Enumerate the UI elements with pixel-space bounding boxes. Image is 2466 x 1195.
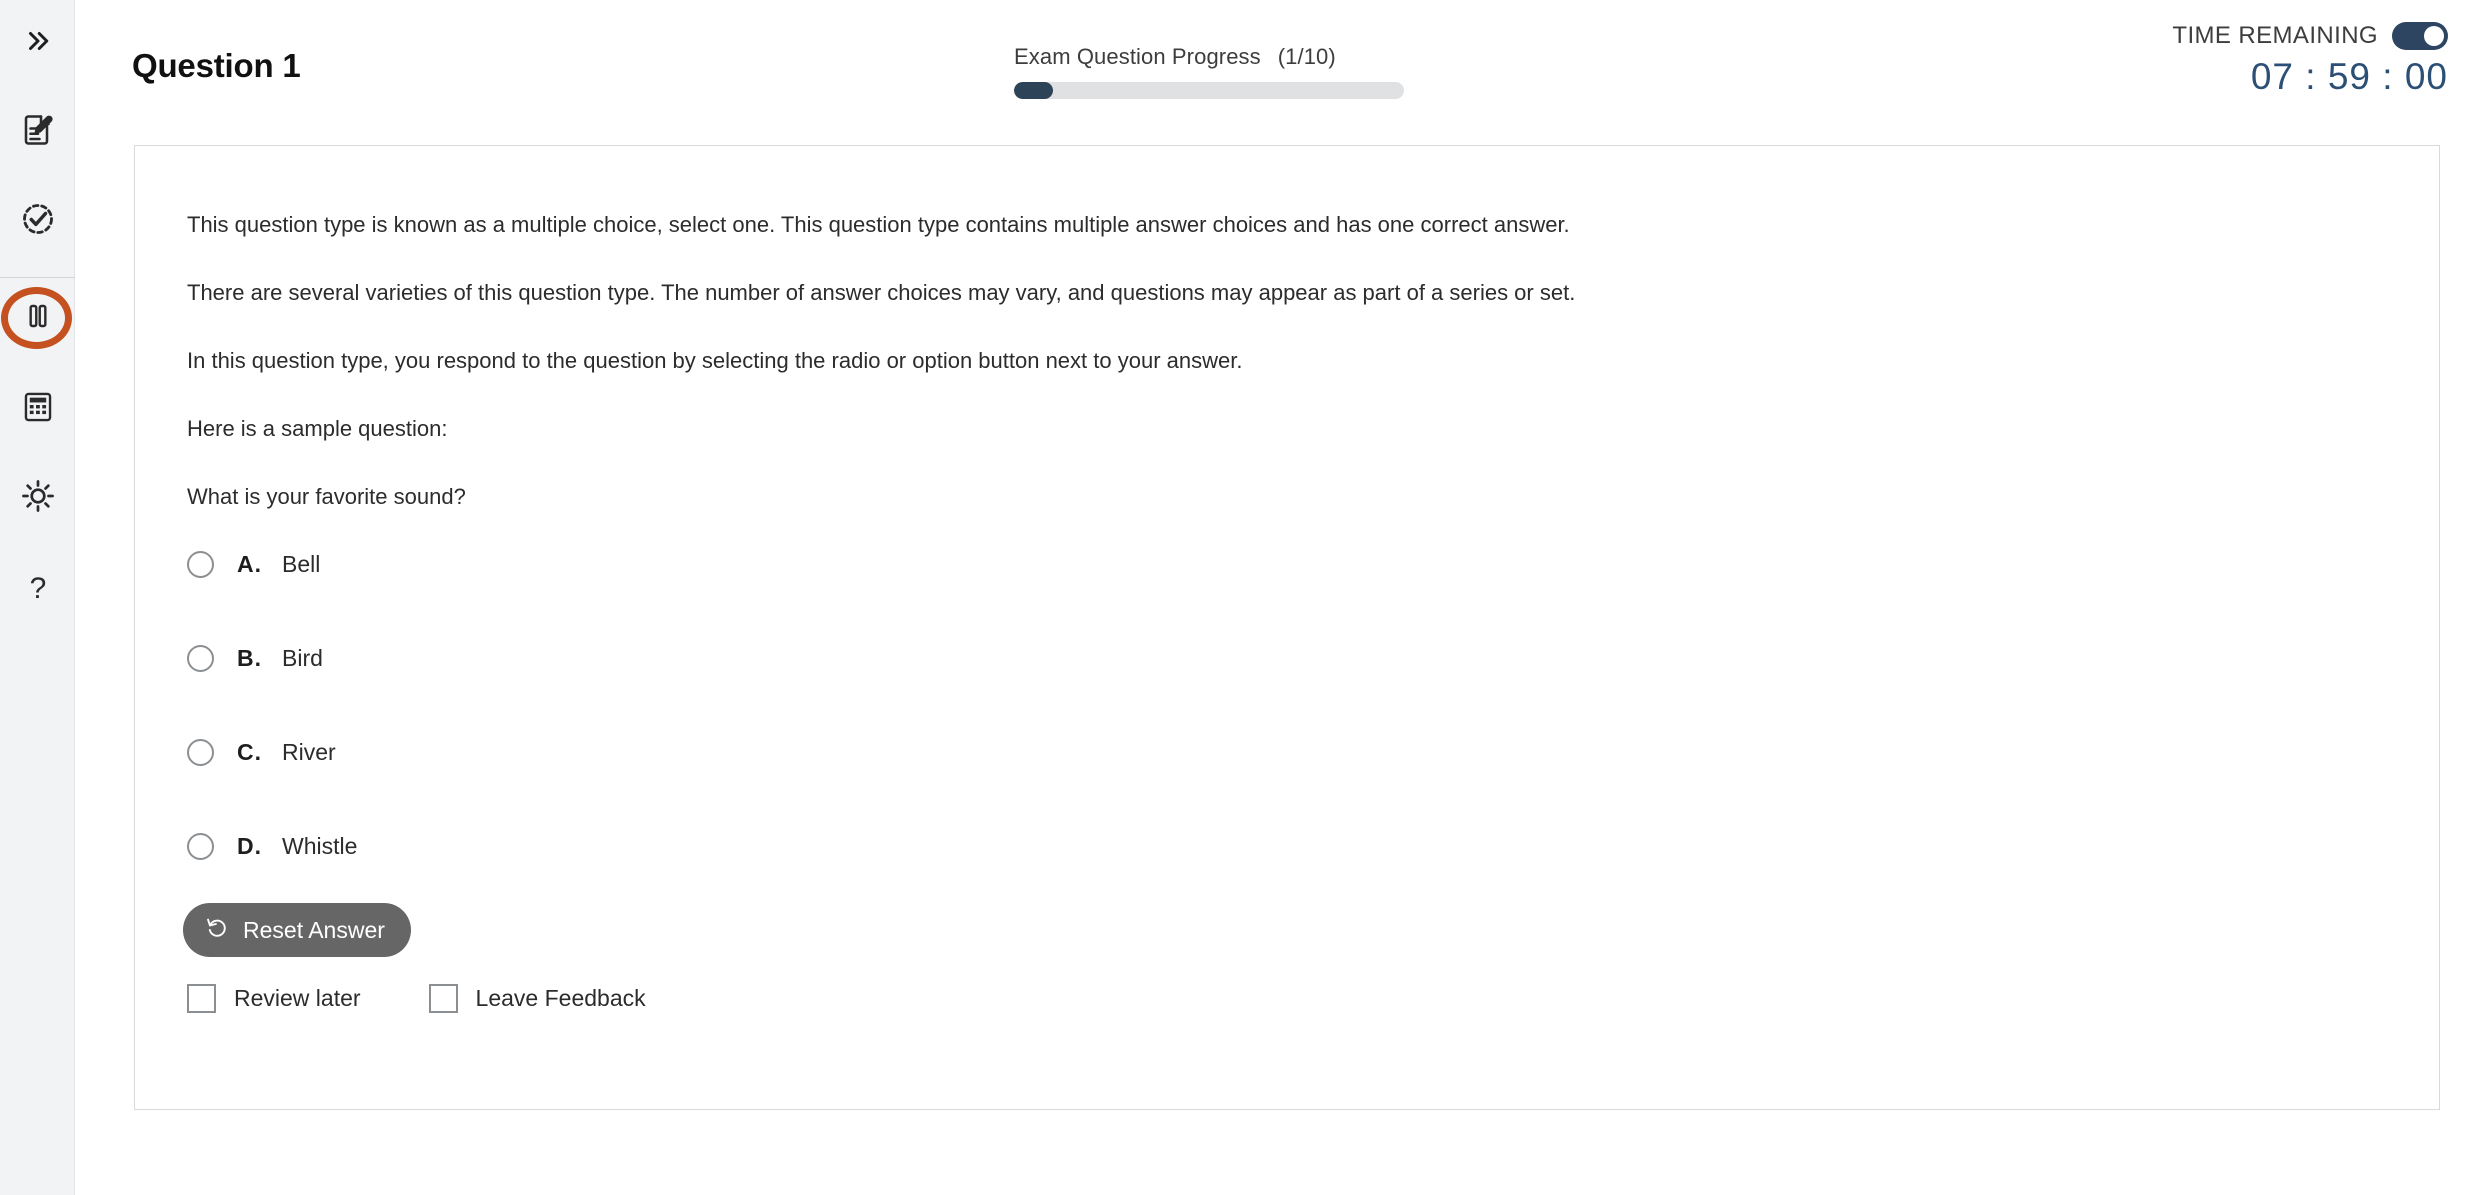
progress-fill [1014,82,1053,99]
progress-label: Exam Question Progress [1014,44,1261,69]
sidebar-item-review-status[interactable] [0,190,75,252]
question-prompt: What is your favorite sound? [187,484,466,509]
question-paragraph: This question type is known as a multipl… [187,212,1570,237]
answer-option-b[interactable]: B. Bird [187,641,323,675]
review-later-checkbox-item[interactable]: Review later [187,984,361,1013]
timer-header-row: TIME REMAINING [2172,22,2448,50]
calculator-icon [21,390,55,429]
timer-visibility-toggle[interactable] [2392,22,2448,50]
review-later-label: Review later [234,985,361,1011]
timer: TIME REMAINING 07 : 59 : 00 [2172,22,2448,98]
option-label: Whistle [282,832,358,859]
timer-value: 07 : 59 : 00 [2250,56,2448,97]
page-title: Question 1 [132,47,301,84]
pause-highlight-ring [1,287,72,349]
svg-text:?: ? [29,571,46,604]
sidebar: ? [0,0,75,1195]
progress-track [1014,82,1404,99]
sidebar-item-help[interactable]: ? [0,559,75,621]
option-letter: A. [237,550,262,577]
note-pencil-icon [20,112,56,153]
timer-label: TIME REMAINING [2172,22,2378,49]
double-chevron-right-icon [23,26,53,61]
reset-answer-label: Reset Answer [243,916,385,943]
sun-icon [20,478,56,519]
option-letter: C. [237,738,262,765]
exam-progress: Exam Question Progress (1/10) [1014,44,1414,99]
option-letter: B. [237,644,262,671]
option-letter: D. [237,832,262,859]
sidebar-item-notes[interactable] [0,101,75,163]
progress-label-row: Exam Question Progress (1/10) [1014,44,1414,70]
leave-feedback-checkbox-item[interactable]: Leave Feedback [428,984,646,1013]
sidebar-divider [0,277,75,278]
sidebar-item-calculator[interactable] [0,378,75,440]
question-paragraph: Here is a sample question: [187,416,448,441]
question-paragraph: There are several varieties of this ques… [187,280,1576,305]
option-label: River [282,738,336,765]
review-later-checkbox[interactable] [187,984,216,1013]
radio-button[interactable] [187,832,214,860]
leave-feedback-label: Leave Feedback [475,985,646,1011]
question-mark-icon: ? [20,570,56,611]
question-checkbox-row: Review later Leave Feedback [187,984,646,1013]
toggle-knob [2424,26,2444,46]
option-label: Bird [282,644,323,671]
reset-arrow-icon [205,916,229,945]
sidebar-item-expand-sidebar[interactable] [0,12,75,74]
dashed-circle-check-icon [20,201,56,242]
question-card: This question type is known as a multipl… [134,145,2440,1110]
answer-option-c[interactable]: C. River [187,735,336,769]
radio-button[interactable] [187,644,214,672]
answer-option-a[interactable]: A. Bell [187,547,320,581]
option-label: Bell [282,550,321,577]
reset-answer-button[interactable]: Reset Answer [183,903,411,957]
question-paragraph: In this question type, you respond to th… [187,348,1243,373]
answer-option-d[interactable]: D. Whistle [187,829,357,863]
progress-count: (1/10) [1277,44,1336,69]
sidebar-item-brightness[interactable] [0,467,75,529]
radio-button[interactable] [187,550,214,578]
radio-button[interactable] [187,738,214,766]
leave-feedback-checkbox[interactable] [428,984,458,1013]
